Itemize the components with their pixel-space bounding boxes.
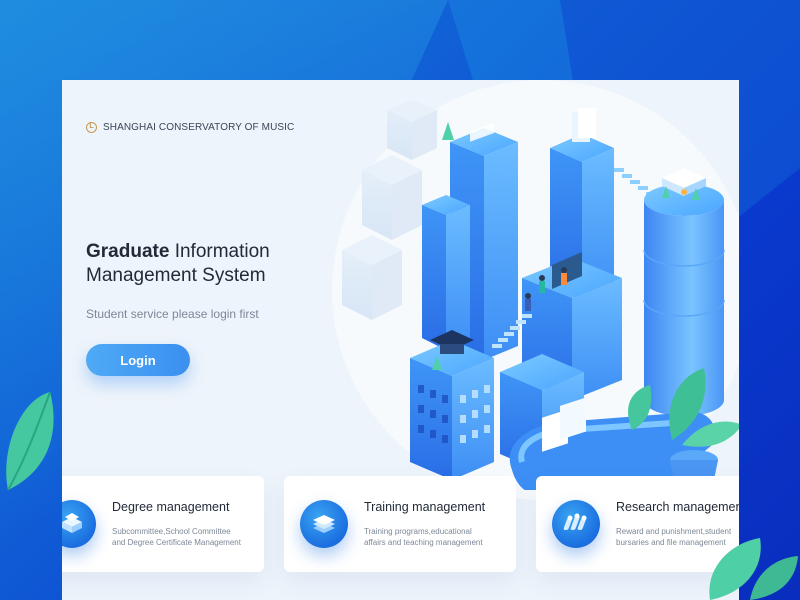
title-rest: Information [169,241,270,262]
feature-title: Training management [364,500,486,514]
brand-logo-icon: L [86,122,97,133]
feature-title: Research management [616,500,739,514]
feature-card-training[interactable]: Training management Training programs,ed… [284,476,516,572]
training-icon [300,500,348,548]
leaf-decoration-left [6,391,54,491]
feature-cards: Degree management Subcommittee,School Co… [62,476,739,572]
leaf-decoration-right [709,538,798,600]
degree-icon [62,500,96,548]
login-button[interactable]: Login [86,344,190,376]
login-card: L SHANGHAI CONSERVATORY OF MUSIC Graduat… [62,80,739,600]
brand: L SHANGHAI CONSERVATORY OF MUSIC [86,122,294,133]
title-line2: Management System [86,265,266,286]
subtitle: Student service please login first [86,307,259,321]
campus-illustration [342,100,739,490]
brand-name: SHANGHAI CONSERVATORY OF MUSIC [103,122,295,133]
research-icon [552,500,600,548]
feature-description: Training programs,educational affairs and… [364,527,483,547]
feature-card-degree[interactable]: Degree management Subcommittee,School Co… [62,476,264,572]
feature-description: Subcommittee,School Committee and Degree … [112,527,241,547]
page-title: Graduate Information Management System [86,240,326,288]
feature-title: Degree management [112,500,230,514]
title-bold: Graduate [86,241,170,262]
